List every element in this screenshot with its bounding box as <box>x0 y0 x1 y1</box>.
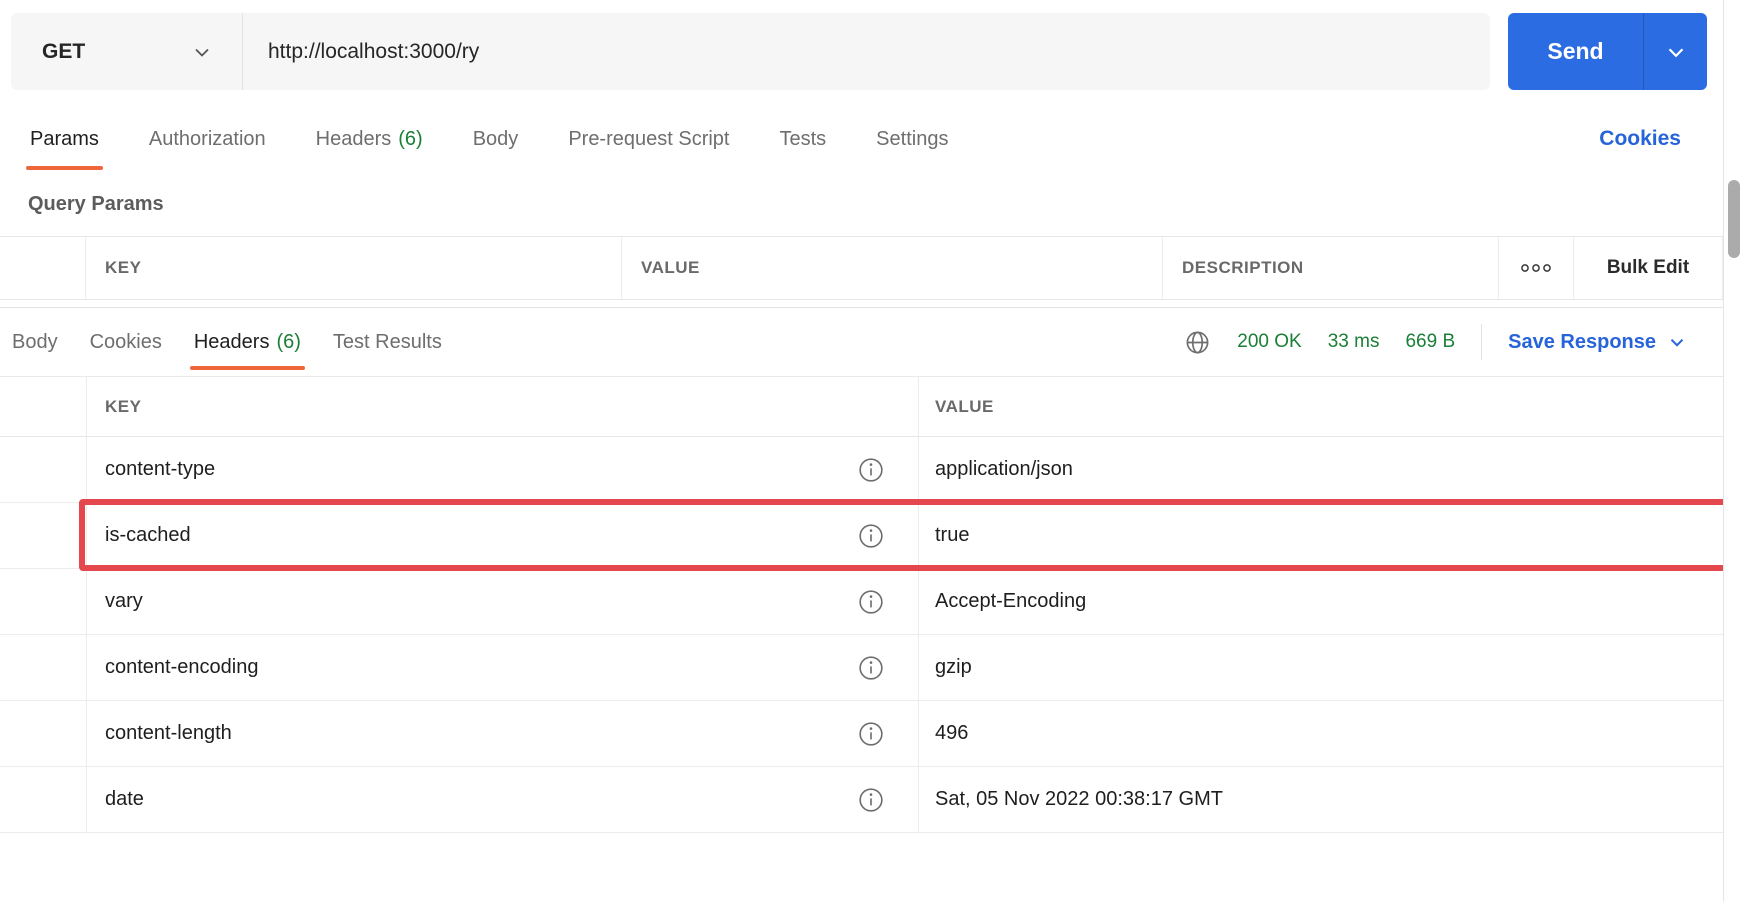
response-tab-cookies[interactable]: Cookies <box>90 308 162 376</box>
info-icon[interactable] <box>858 655 884 681</box>
header-value: true <box>935 524 970 546</box>
header-value: 496 <box>935 722 969 744</box>
info-icon[interactable] <box>858 589 884 615</box>
divider <box>1481 324 1483 360</box>
response-headers-table: KEY VALUE content-type application/json … <box>0 377 1723 833</box>
response-tab-test-results[interactable]: Test Results <box>333 308 442 376</box>
url-input[interactable] <box>243 13 1490 90</box>
info-icon[interactable] <box>858 721 884 747</box>
query-params-title: Query Params <box>28 193 164 215</box>
header-key: is-cached <box>105 524 191 546</box>
url-bar: GET <box>11 13 1490 90</box>
row-gutter <box>0 237 86 299</box>
table-row: content-length 496 <box>0 701 1723 767</box>
header-key: date <box>105 788 144 810</box>
response-headers-count-badge: (6) <box>276 330 301 353</box>
query-params-table: KEY VALUE DESCRIPTION Bulk Edit <box>0 236 1723 300</box>
tab-headers[interactable]: Headers (6) <box>316 108 423 170</box>
tab-pre-request-script[interactable]: Pre-request Script <box>568 108 729 170</box>
response-status-bar: 200 OK 33 ms 669 B Save Response <box>1184 308 1688 376</box>
response-table-header: KEY VALUE <box>0 377 1723 437</box>
tab-body[interactable]: Body <box>473 108 519 170</box>
header-value: Sat, 05 Nov 2022 00:38:17 GMT <box>935 788 1223 810</box>
method-select[interactable]: GET <box>11 13 243 90</box>
cookies-link[interactable]: Cookies <box>1599 108 1681 170</box>
status-size: 669 B <box>1405 331 1456 352</box>
tab-params[interactable]: Params <box>26 108 103 170</box>
response-tab-body[interactable]: Body <box>12 308 58 376</box>
table-row: vary Accept-Encoding <box>0 569 1723 635</box>
send-split-button: Send <box>1508 13 1707 90</box>
scrollbar-thumb[interactable] <box>1728 180 1740 258</box>
response-toolbar: Body Cookies Headers (6) Test Results 20… <box>0 307 1723 377</box>
tab-authorization[interactable]: Authorization <box>149 108 266 170</box>
header-key: content-encoding <box>105 656 259 678</box>
table-row: content-encoding gzip <box>0 635 1723 701</box>
header-key: content-type <box>105 458 216 480</box>
query-col-value: VALUE <box>622 237 1163 299</box>
bulk-edit-button[interactable]: Bulk Edit <box>1574 237 1723 299</box>
send-button[interactable]: Send <box>1508 13 1643 90</box>
response-col-key: KEY <box>105 396 142 416</box>
globe-icon[interactable] <box>1184 329 1211 356</box>
response-tab-headers[interactable]: Headers (6) <box>189 308 305 376</box>
query-col-key: KEY <box>86 237 622 299</box>
status-code: 200 OK <box>1237 331 1302 352</box>
more-options-button[interactable] <box>1499 237 1574 299</box>
request-tabs: Params Authorization Headers (6) Body Pr… <box>0 108 1723 170</box>
scrollbar-track[interactable] <box>1723 0 1744 902</box>
header-value: Accept-Encoding <box>935 590 1087 612</box>
chevron-down-icon <box>1666 331 1688 353</box>
info-icon[interactable] <box>858 457 884 483</box>
table-row: date Sat, 05 Nov 2022 00:38:17 GMT <box>0 767 1723 833</box>
save-response-button[interactable]: Save Response <box>1508 331 1688 354</box>
status-time: 33 ms <box>1327 331 1380 352</box>
chevron-down-icon <box>1663 39 1689 65</box>
header-value: gzip <box>935 656 972 678</box>
query-col-description: DESCRIPTION <box>1163 237 1499 299</box>
info-icon[interactable] <box>858 787 884 813</box>
header-key: content-length <box>105 722 232 744</box>
headers-count-badge: (6) <box>398 127 423 150</box>
table-row: content-type application/json <box>0 437 1723 503</box>
response-col-value: VALUE <box>935 396 994 416</box>
tab-tests[interactable]: Tests <box>779 108 826 170</box>
header-key: vary <box>105 590 143 612</box>
info-icon[interactable] <box>858 523 884 549</box>
method-label: GET <box>42 39 86 63</box>
table-row-highlighted: is-cached true <box>0 503 1723 569</box>
send-options-button[interactable] <box>1643 13 1707 90</box>
chevron-down-icon <box>190 40 214 64</box>
tab-settings[interactable]: Settings <box>876 108 948 170</box>
more-options-icon <box>1519 261 1553 275</box>
header-value: application/json <box>935 458 1073 480</box>
